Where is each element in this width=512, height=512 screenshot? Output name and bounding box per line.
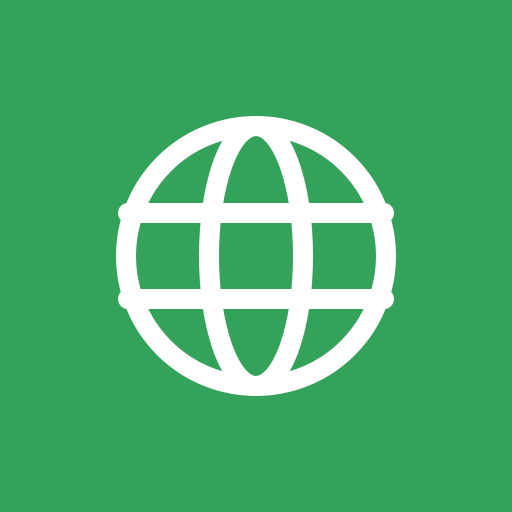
globe-icon: [0, 0, 512, 512]
globe-meridian: [199, 116, 313, 396]
globe-outline: [116, 116, 396, 396]
app-icon-tile[interactable]: [0, 0, 512, 512]
globe-icon-graphic: [116, 116, 396, 396]
